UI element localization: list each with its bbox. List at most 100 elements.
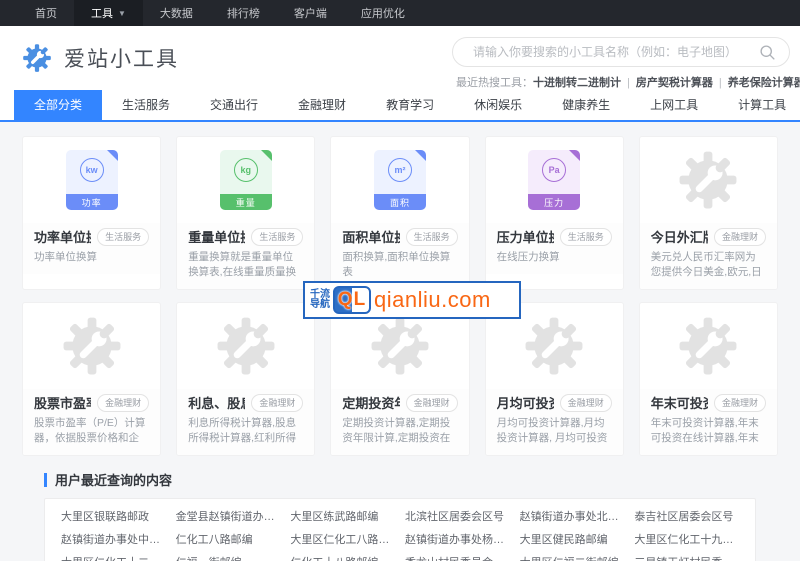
tool-card-info: 定期投资年限计金融理财定期投资计算器,定期投资年限计算,定期投资在线计算,定期投… — [331, 389, 469, 455]
search-input[interactable] — [453, 38, 789, 66]
tool-card-info: 股票市盈率计算金融理财股票市盈率（P/E）计算器，依据股票价格和企业每股税后利润… — [23, 389, 161, 455]
tool-card-title-row: 面积单位换算工生活服务 — [342, 227, 458, 246]
tool-card-title-row: 月均可投资计算金融理财 — [497, 393, 612, 412]
recent-query-link[interactable]: 泰吉社区居委会区号 — [634, 510, 739, 524]
recent-queries-section: 用户最近查询的内容 大里区银联路邮政金堂县赵镇街道办事处区号大里区练武路邮编北滨… — [44, 470, 756, 561]
recent-query-link[interactable]: 三星镇天灯村民委员会区号 — [634, 556, 739, 561]
tool-card-info: 压力单位换算工生活服务在线压力换算 — [485, 223, 623, 274]
recent-query-link[interactable]: 赵镇街道办事处中河路社... — [61, 533, 166, 547]
tool-card-category-tag[interactable]: 金融理财 — [559, 393, 612, 412]
unit-converter-file-icon: kg 重量 — [219, 150, 272, 210]
main-content: kw功率功率单位换算工生活服务功率单位换算kg重量重量单位换算工生活服务重量换算… — [0, 122, 800, 561]
tool-card-category-tag[interactable]: 生活服务 — [251, 227, 304, 246]
category-tabbar: 全部分类 生活服务 交通出行 金融理财 教育学习 休闲娱乐 健康养生 上网工具 计算工具 — [0, 90, 800, 120]
recent-query-link[interactable]: 大里区仁化工十二路邮政 — [61, 556, 166, 561]
tool-card-info: 重量单位换算工生活服务重量换算就是重量单位换算表,在线重量质量换算 — [177, 223, 315, 289]
tool-card[interactable]: 定期投资年限计金融理财定期投资计算器,定期投资年限计算,定期投资在线计算,定期投… — [330, 302, 470, 456]
tool-card-title-row: 年末可投资计算金融理财 — [651, 393, 766, 412]
site-title: 爱站小工具 — [64, 48, 179, 71]
tool-card-category-tag[interactable]: 生活服务 — [97, 227, 150, 246]
tool-card-description: 功率单位换算 — [34, 251, 97, 263]
tool-card-info: 面积单位换算工生活服务面积换算,面积单位换算表 — [331, 223, 469, 289]
hot-link-separator: | — [718, 77, 722, 89]
nav-item-排行榜[interactable]: 排行榜 — [210, 0, 277, 26]
tool-card-title-row: 重量单位换算工生活服务 — [188, 227, 304, 246]
tool-card-description: 月均可投资计算器,月均投资计算器, 月均可投资在线计算器, 月均 — [496, 417, 608, 444]
tab-教育学习[interactable]: 教育学习 — [366, 90, 454, 120]
nav-item-首页[interactable]: 首页 — [18, 0, 74, 26]
tool-card[interactable]: m² 面积面积单位换算工生活服务面积换算,面积单位换算表 — [330, 136, 470, 290]
tool-card-category-tag[interactable]: 金融理财 — [713, 393, 766, 412]
tool-card[interactable]: 利息、股息、红金融理财利息所得税计算器,股息所得税计算器,红利所得税计算器 — [176, 302, 316, 456]
tool-card-icon-area: kg 重量 — [177, 137, 314, 223]
tool-card-info: 功率单位换算工生活服务功率单位换算 — [23, 223, 161, 274]
tool-card-icon-area: m² 面积 — [331, 137, 468, 223]
tool-card[interactable]: kg 重量重量单位换算工生活服务重量换算就是重量单位换算表,在线重量质量换算 — [176, 136, 316, 290]
recent-query-link[interactable]: 大里区仁化工十九路邮政 — [634, 533, 739, 547]
tool-card-category-tag[interactable]: 生活服务 — [405, 227, 458, 246]
tab-上网工具[interactable]: 上网工具 — [630, 90, 718, 120]
tool-card[interactable]: 股票市盈率计算金融理财股票市盈率（P/E）计算器，依据股票价格和企业每股税后利润… — [22, 302, 162, 456]
tab-金融理财[interactable]: 金融理财 — [278, 90, 366, 120]
nav-item-客户端[interactable]: 客户端 — [277, 0, 344, 26]
recent-query-link[interactable]: 仁化工十八路邮编 — [290, 556, 395, 561]
tool-card[interactable]: Pa 压力压力单位换算工生活服务在线压力换算 — [484, 136, 624, 290]
tool-card[interactable]: 月均可投资计算金融理财月均可投资计算器,月均投资计算器, 月均可投资在线计算器,… — [484, 302, 624, 456]
site-logo-gear-wrench-icon — [23, 44, 51, 72]
recent-query-link[interactable]: 赵镇街道办事处北滨社区... — [520, 510, 625, 524]
recent-query-link[interactable]: 大里区仁福二街邮编 — [520, 556, 625, 561]
recent-query-link[interactable]: 赵镇街道办事处杨柳桥社... — [405, 533, 510, 547]
nav-item-应用优化[interactable]: 应用优化 — [344, 0, 422, 26]
recent-query-link[interactable]: 香龙山村民委员会区号 — [405, 556, 510, 561]
title-accent-bar — [44, 472, 47, 487]
tool-card-title: 定期投资年限计 — [342, 396, 399, 411]
gear-wrench-placeholder-icon — [679, 317, 737, 375]
tool-card-title-row: 股票市盈率计算金融理财 — [34, 393, 150, 412]
tool-card[interactable]: kw 功率功率单位换算工生活服务功率单位换算 — [22, 136, 162, 290]
nav-item-大数据[interactable]: 大数据 — [143, 0, 210, 26]
tab-全部分类[interactable]: 全部分类 — [14, 90, 103, 120]
tool-card-category-tag[interactable]: 生活服务 — [559, 227, 612, 246]
tool-card-description: 重量换算就是重量单位换算表,在线重量质量换算 — [188, 251, 297, 278]
hot-search-link[interactable]: 房产契税计算器 — [636, 77, 713, 89]
tool-card-icon-area: kw 功率 — [23, 137, 160, 223]
tab-休闲娱乐[interactable]: 休闲娱乐 — [454, 90, 542, 120]
tool-card[interactable]: 年末可投资计算金融理财年末可投资计算器,年末可投资在线计算器,年末投资在线计算器 — [638, 302, 778, 456]
tool-card-category-tag[interactable]: 金融理财 — [405, 393, 458, 412]
recent-query-link[interactable]: 北滨社区居委会区号 — [405, 510, 510, 524]
recent-query-link[interactable]: 大里区练武路邮编 — [290, 510, 395, 524]
recent-queries-title-text: 用户最近查询的内容 — [55, 473, 173, 488]
hot-search-link[interactable]: 十进制转二进制计 — [533, 77, 621, 89]
recent-query-link[interactable]: 大里区银联路邮政 — [61, 510, 166, 524]
gear-wrench-placeholder-icon — [679, 151, 737, 209]
nav-item-工具[interactable]: 工具 ▼ — [74, 0, 143, 26]
hot-search-link[interactable]: 养老保险计算器 — [728, 77, 800, 89]
recent-query-link[interactable]: 金堂县赵镇街道办事处区号 — [176, 510, 281, 524]
tool-card-description: 股票市盈率（P/E）计算器，依据股票价格和企业每股税后利润可以方 — [34, 417, 146, 444]
tab-生活服务[interactable]: 生活服务 — [102, 90, 190, 120]
tab-健康养生[interactable]: 健康养生 — [542, 90, 630, 120]
tool-card-category-tag[interactable]: 金融理财 — [251, 393, 304, 412]
tool-card[interactable]: 今日外汇牌价金融理财美元兑人民币汇率网为您提供今日美金,欧元,日元,港币等世界各… — [638, 136, 778, 290]
recent-query-link[interactable]: 大里区仁化工八路邮政 — [290, 533, 395, 547]
search-area: 最近热搜工具：十进制转二进制计|房产契税计算器|养老保险计算器|医疗保险计算器 — [452, 37, 800, 90]
tool-card-description: 面积换算,面积单位换算表 — [342, 251, 451, 278]
recent-query-link[interactable]: 仁化工八路邮编 — [176, 533, 281, 547]
tab-计算工具[interactable]: 计算工具 — [718, 90, 800, 120]
unit-label: kw — [79, 158, 104, 182]
watermark-brand-stack: 千流 导航 — [310, 290, 330, 310]
search-icon[interactable] — [759, 44, 776, 61]
search-box[interactable] — [452, 37, 790, 67]
recent-query-link[interactable]: 仁福一街邮编 — [176, 556, 281, 561]
recent-query-link[interactable]: 大里区健民路邮编 — [520, 533, 625, 547]
qianliu-watermark: 千流 导航 QL qianliu.com — [303, 281, 521, 319]
top-nav: 首页 工具 ▼ 大数据 排行榜 客户端 应用优化 — [0, 0, 800, 26]
tool-card-icon-area — [177, 303, 314, 389]
tool-card-description: 利息所得税计算器,股息所得税计算器,红利所得税计算器 — [188, 417, 297, 444]
tool-card-title: 利息、股息、红 — [188, 396, 245, 411]
tool-card-info: 利息、股息、红金融理财利息所得税计算器,股息所得税计算器,红利所得税计算器 — [177, 389, 315, 455]
tool-card-title-row: 利息、股息、红金融理财 — [188, 393, 304, 412]
tool-card-category-tag[interactable]: 金融理财 — [97, 393, 150, 412]
tool-card-category-tag[interactable]: 金融理财 — [713, 227, 766, 246]
tab-交通出行[interactable]: 交通出行 — [190, 90, 278, 120]
